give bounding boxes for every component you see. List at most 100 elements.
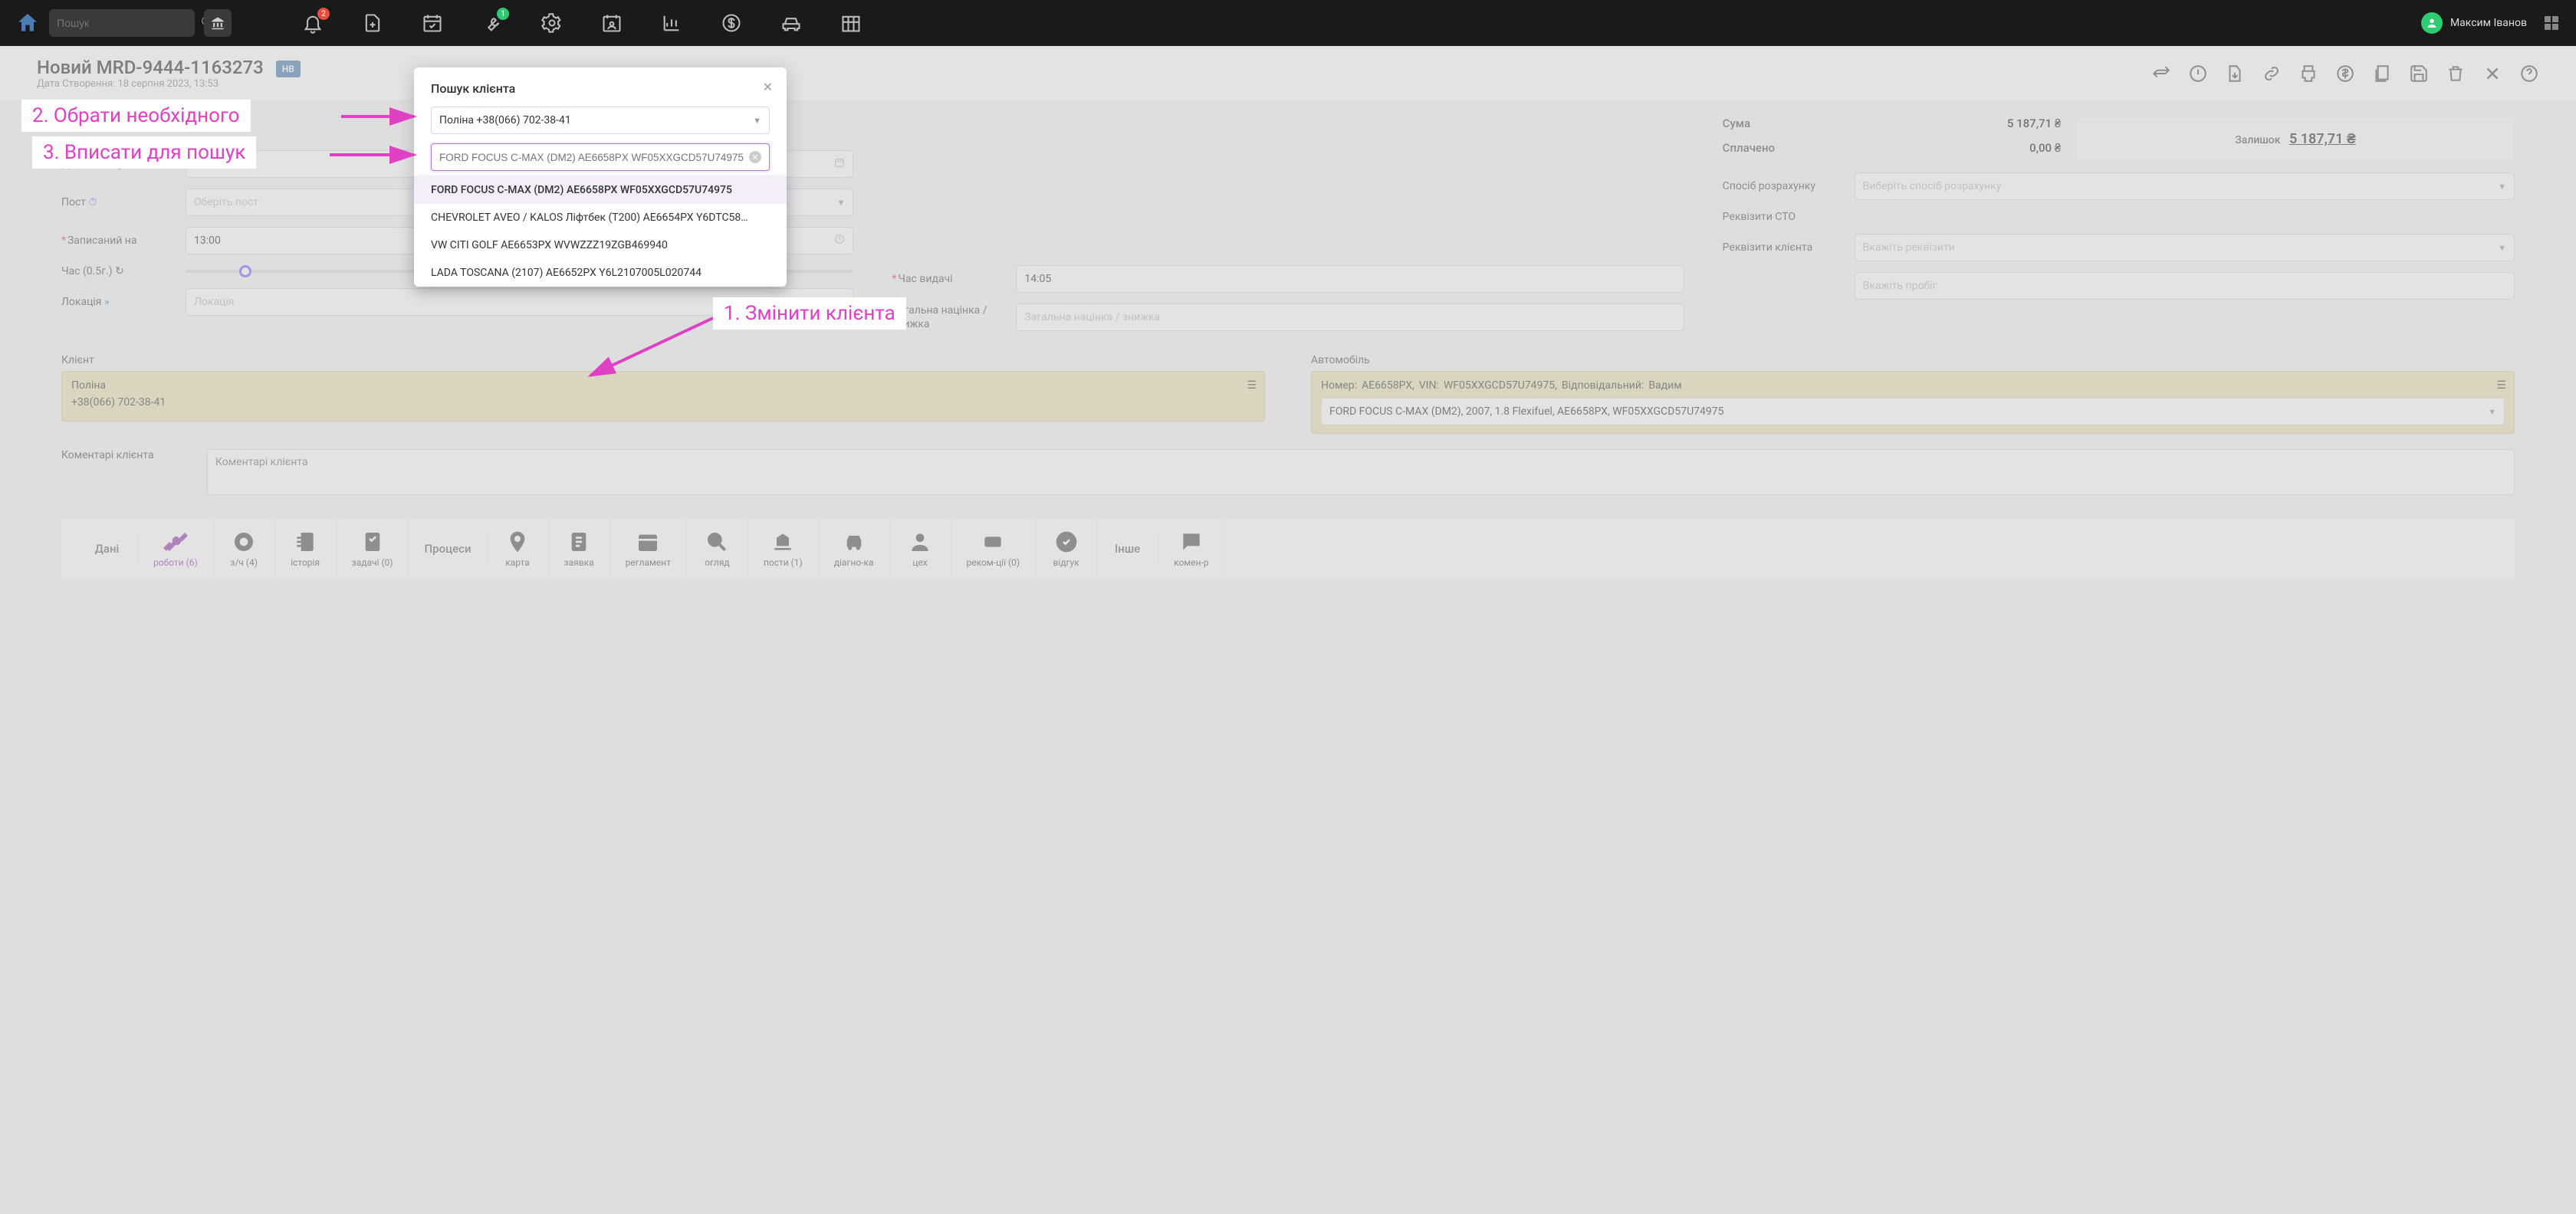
checklist-icon xyxy=(360,530,385,554)
chat-icon xyxy=(1179,530,1204,554)
chevron-down-icon: ▼ xyxy=(836,198,845,208)
issue-time-input[interactable]: 14:05 xyxy=(1016,265,1684,293)
global-search[interactable] xyxy=(49,9,195,37)
apps-grid-icon[interactable] xyxy=(2542,14,2561,32)
page-header: Новий MRD-9444-1163273 НВ Дата Створення… xyxy=(0,46,2576,101)
modal-search-input[interactable] xyxy=(439,152,749,163)
modal-title: Пошук клієнта xyxy=(431,81,770,96)
modal-close-icon[interactable]: ✕ xyxy=(763,80,773,94)
client-name[interactable]: Поліна xyxy=(71,379,106,392)
auto-menu-icon[interactable]: ☰ xyxy=(2496,379,2506,392)
close-icon[interactable] xyxy=(2482,64,2502,84)
home-icon[interactable] xyxy=(15,11,40,35)
comments-textarea[interactable] xyxy=(207,449,2515,495)
method-select[interactable]: Виберіть спосіб розрахунку▼ xyxy=(1855,172,2515,200)
tab-regulation[interactable]: регламент xyxy=(610,519,687,579)
markup-input[interactable]: Загальна націнка / знижка xyxy=(1016,304,1684,331)
transfer-icon[interactable] xyxy=(2151,64,2171,84)
dropdown-option[interactable]: FORD FOCUS C-MAX (DM2) AE6658PX WF05XXGC… xyxy=(414,176,787,204)
mileage-input[interactable]: Вкажіть пробіг xyxy=(1855,272,2515,300)
header-actions xyxy=(2151,64,2539,84)
print-icon[interactable] xyxy=(2298,64,2318,84)
calendar-check-icon[interactable] xyxy=(422,12,443,34)
help-icon[interactable] xyxy=(2519,64,2539,84)
status-badge: НВ xyxy=(276,61,301,77)
post-label: Пост ⏱ xyxy=(61,196,176,208)
grid-calendar-icon[interactable] xyxy=(840,12,862,34)
chevron-down-icon: ▼ xyxy=(753,116,761,126)
gear-icon[interactable] xyxy=(541,12,563,34)
link-icon[interactable] xyxy=(2262,64,2282,84)
dollar-icon[interactable] xyxy=(721,12,742,34)
page-title: Новий MRD-9444-1163273 НВ xyxy=(37,57,301,78)
tools-icon xyxy=(163,530,188,554)
client-phone[interactable]: +38(066) 702-38-41 xyxy=(71,396,166,408)
delete-icon[interactable] xyxy=(2446,64,2466,84)
paid-label: Сплачено xyxy=(1723,141,1775,155)
modal-search-input-wrap[interactable]: ✕ xyxy=(431,143,770,171)
req-sto-label: Реквізити СТО xyxy=(1723,211,1845,223)
chevrons-right-icon[interactable]: » xyxy=(104,296,110,308)
search-input[interactable] xyxy=(57,17,196,29)
reload-icon: ↻ xyxy=(115,265,124,277)
gauge-icon: ⏱ xyxy=(89,196,97,208)
tab-works[interactable]: роботи (6) xyxy=(138,519,214,579)
warning-icon[interactable] xyxy=(2188,64,2208,84)
payment-icon[interactable] xyxy=(2335,64,2355,84)
copy-doc-icon[interactable] xyxy=(2372,64,2392,84)
chart-icon[interactable] xyxy=(661,12,682,34)
dropdown-option[interactable]: LADA TOSCANA (2107) AE6652PX Y6L2107005L… xyxy=(414,259,787,287)
lift-icon xyxy=(770,530,795,554)
tab-other[interactable]: Інше xyxy=(1097,531,1158,566)
arrow-icon xyxy=(341,107,426,126)
paid-value: 0,00 ₴ xyxy=(2029,141,2061,155)
tab-parts[interactable]: з/ч (4) xyxy=(214,519,275,579)
request-icon xyxy=(567,530,591,554)
wrench-icon[interactable]: 1 xyxy=(481,12,503,34)
sum-value: 5 187,71 ₴ xyxy=(2007,116,2061,130)
tab-data[interactable]: Дані xyxy=(77,531,138,566)
institution-button[interactable] xyxy=(204,9,232,37)
tab-processes[interactable]: Процеси xyxy=(409,531,487,566)
history-icon xyxy=(293,530,317,554)
top-navbar: 2 1 Макси xyxy=(0,0,2576,46)
chevron-down-icon: ▼ xyxy=(2488,407,2496,417)
user-menu[interactable]: Максим Іванов xyxy=(2421,12,2561,34)
balance-value[interactable]: 5 187,71 ₴ xyxy=(2289,131,2356,147)
tab-comment[interactable]: комен-р xyxy=(1158,519,1224,579)
sum-label: Сума xyxy=(1723,116,1751,130)
annotation-3: 3. Вписати для пошук xyxy=(32,136,256,169)
tab-map[interactable]: карта xyxy=(488,519,549,579)
doc-download-icon[interactable] xyxy=(2225,64,2245,84)
tab-diagnostic[interactable]: діагно-ка xyxy=(819,519,890,579)
annotation-1: 1. Змінити клієнта xyxy=(713,297,906,330)
clear-icon[interactable]: ✕ xyxy=(749,151,761,163)
tab-request[interactable]: заявка xyxy=(549,519,610,579)
dropdown-option[interactable]: VW CITI GOLF AE6653PX WVWZZZ19ZGB469940 xyxy=(414,231,787,259)
wrench-badge: 1 xyxy=(497,8,509,20)
person-calendar-icon[interactable] xyxy=(601,12,623,34)
bell-icon[interactable]: 2 xyxy=(302,12,324,34)
tab-tasks[interactable]: задачі (0) xyxy=(337,519,409,579)
tab-inspection[interactable]: огляд xyxy=(687,519,748,579)
client-search-modal: ✕ Пошук клієнта Поліна +38(066) 702-38-4… xyxy=(414,67,787,287)
save-icon[interactable] xyxy=(2409,64,2429,84)
client-menu-icon[interactable]: ☰ xyxy=(1247,379,1257,392)
diagnostic-icon xyxy=(842,530,866,554)
arrow-icon xyxy=(330,146,426,164)
car-icon[interactable] xyxy=(780,12,802,34)
dropdown-option[interactable]: CHEVROLET AVEO / KALOS Ліфтбек (T200) AE… xyxy=(414,204,787,231)
chevron-down-icon: ▼ xyxy=(2498,182,2506,192)
tab-review[interactable]: відгук xyxy=(1036,519,1097,579)
tab-posts[interactable]: пости (1) xyxy=(748,519,819,579)
balance-box: Залишок 5 187,71 ₴ xyxy=(2076,116,2515,162)
bottom-tabs: Дані роботи (6) з/ч (4) історія задачі (… xyxy=(61,518,2515,579)
req-client-select[interactable]: Вкажіть реквізити▼ xyxy=(1855,234,2515,261)
tab-shop[interactable]: цех xyxy=(890,519,951,579)
vehicle-select[interactable]: FORD FOCUS C-MAX (DM2), 2007, 1.8 Flexif… xyxy=(1321,398,2505,425)
recorded-on-label: *Записаний на xyxy=(61,235,176,247)
new-doc-icon[interactable] xyxy=(362,12,383,34)
tab-recommendations[interactable]: реком-ції (0) xyxy=(951,519,1037,579)
modal-client-select[interactable]: Поліна +38(066) 702-38-41 ▼ xyxy=(431,107,770,134)
tab-history[interactable]: історія xyxy=(275,519,337,579)
